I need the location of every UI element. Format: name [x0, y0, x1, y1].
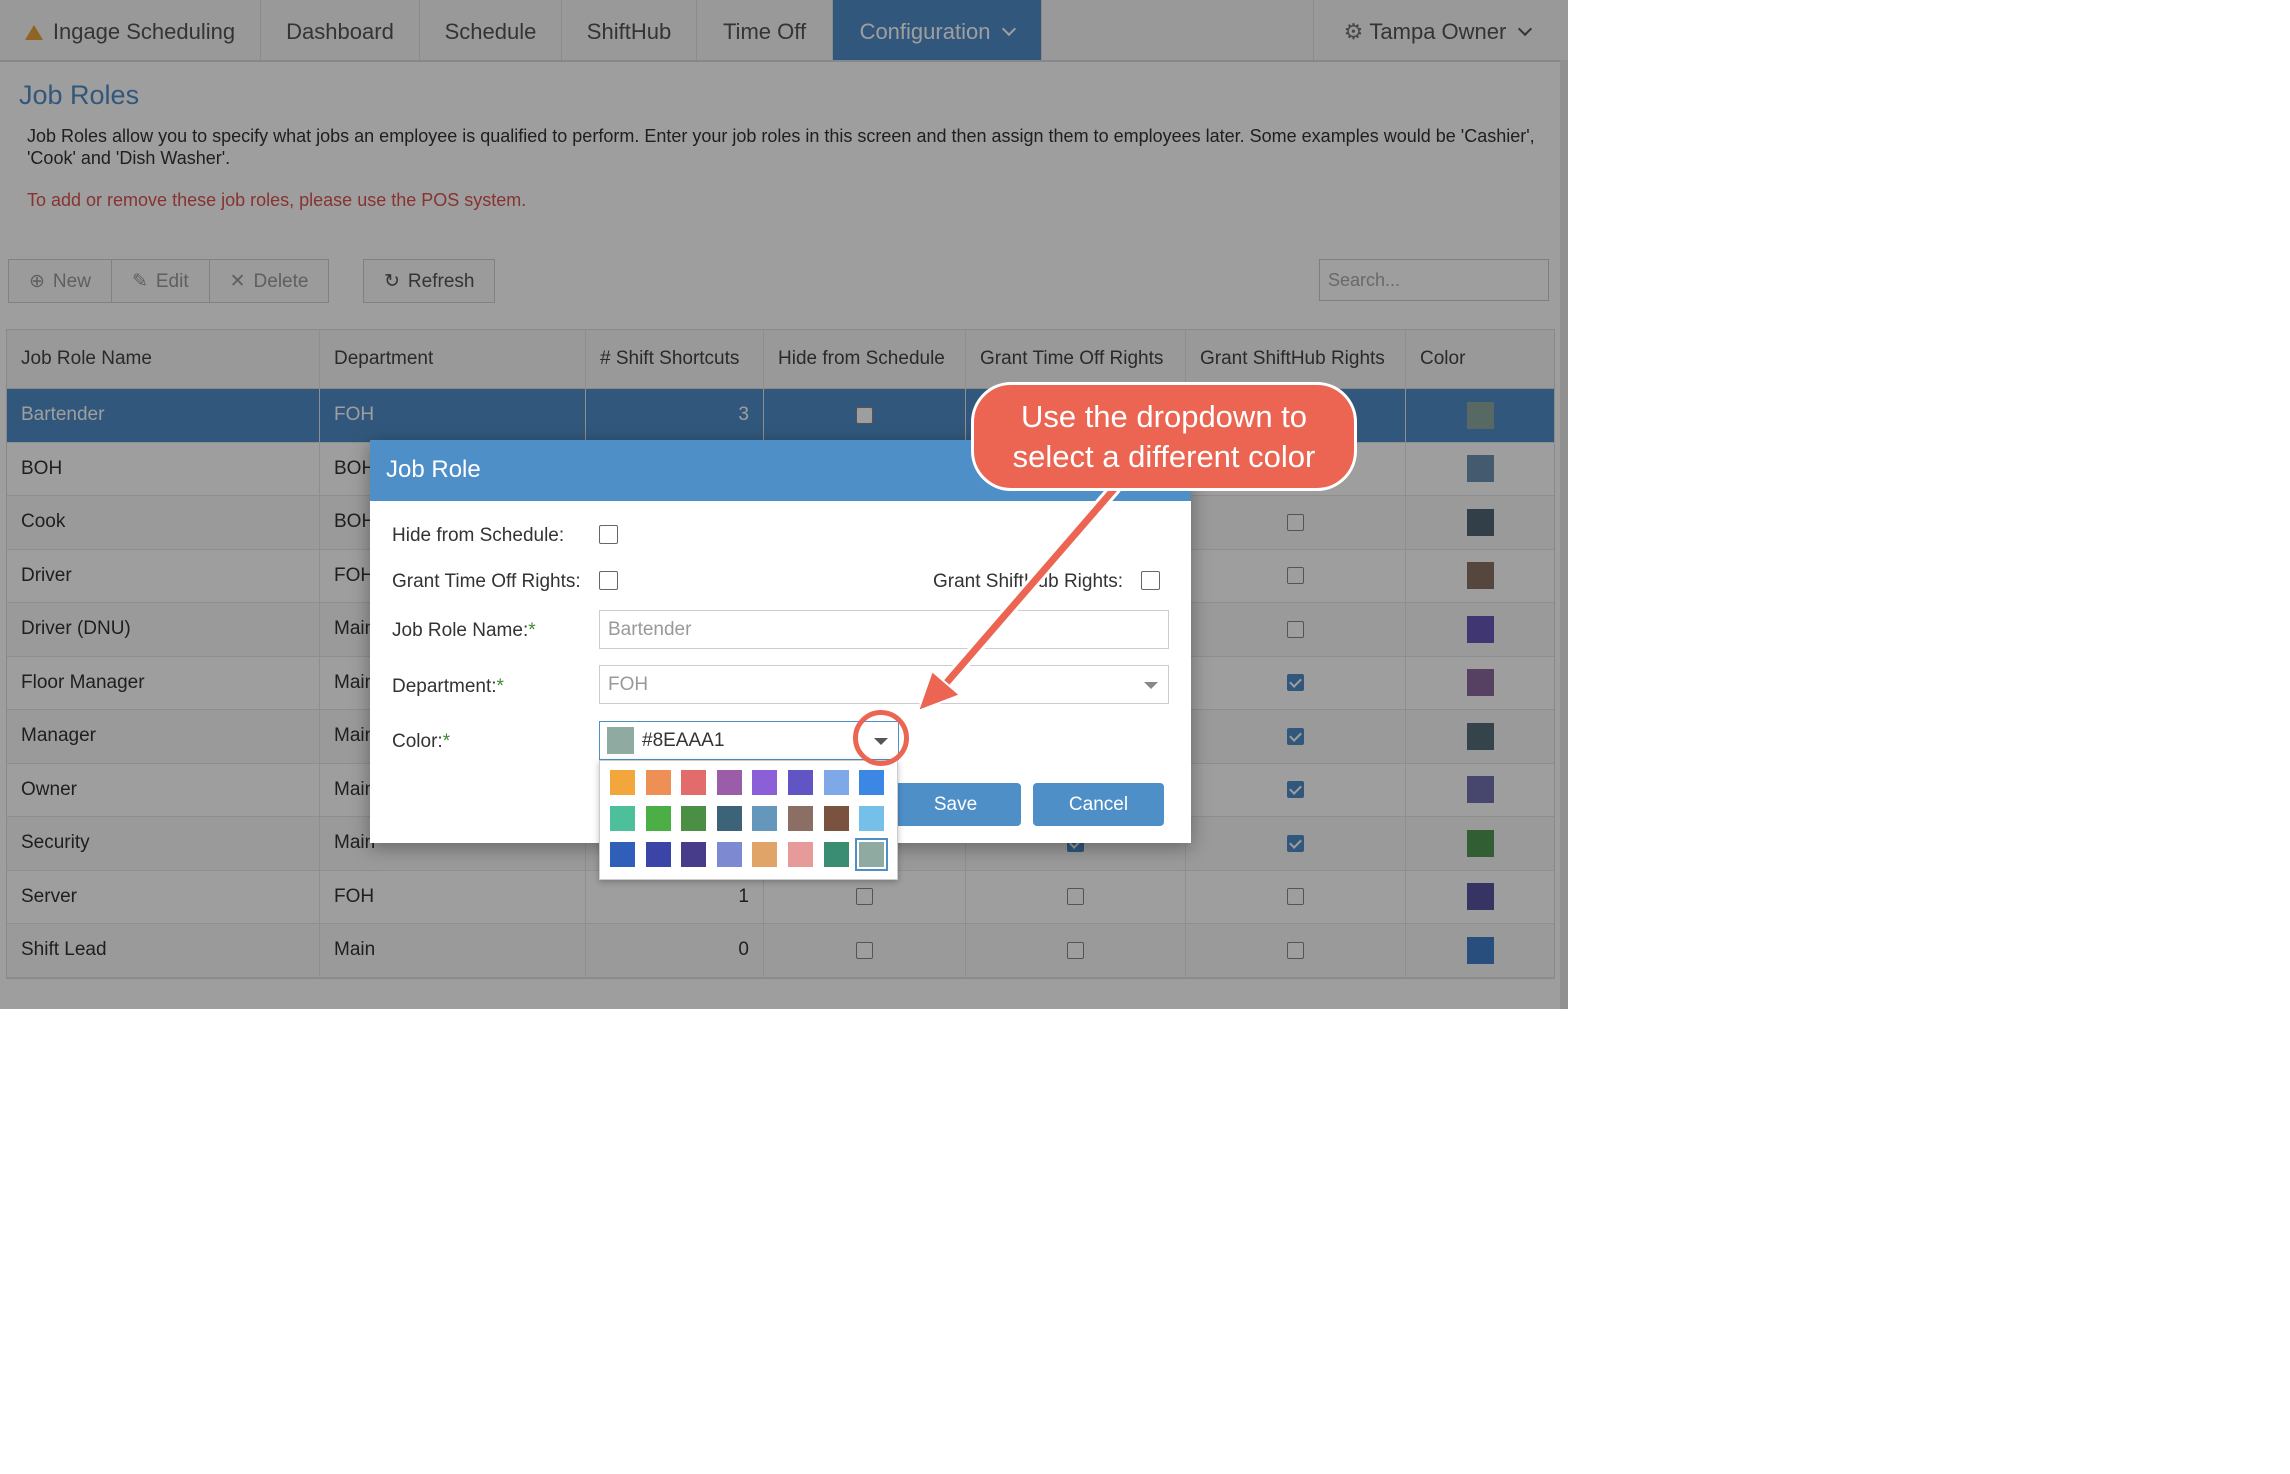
palette-swatch[interactable]: [716, 770, 742, 795]
palette-swatch[interactable]: [716, 806, 742, 831]
callout-line-2: select a different color: [1012, 439, 1316, 474]
shifthub-checkbox[interactable]: [1141, 571, 1160, 590]
palette-swatch[interactable]: [610, 842, 635, 867]
department-label: Department:*: [392, 676, 504, 698]
timeoff-checkbox[interactable]: [599, 571, 618, 590]
color-label-text: Color:: [392, 731, 443, 752]
shifthub-label: Grant ShiftHub Rights:: [933, 571, 1124, 592]
palette-swatch[interactable]: [645, 842, 671, 867]
palette-swatch[interactable]: [752, 842, 778, 867]
palette-swatch[interactable]: [752, 806, 778, 831]
palette-swatch[interactable]: [716, 842, 742, 867]
palette-swatch[interactable]: [681, 770, 707, 795]
palette-swatch[interactable]: [823, 806, 849, 831]
palette-swatch[interactable]: [610, 806, 635, 831]
color-label: Color:*: [392, 731, 450, 753]
hide-label: Hide from Schedule:: [392, 525, 565, 546]
cancel-button[interactable]: Cancel: [1033, 783, 1164, 826]
palette-swatch[interactable]: [788, 806, 813, 831]
palette-swatch[interactable]: [752, 770, 778, 795]
palette-swatch[interactable]: [610, 770, 635, 795]
department-label-text: Department:: [392, 676, 497, 697]
name-label-text: Job Role Name:: [392, 620, 529, 641]
color-hex-value: #8EAAA1: [642, 730, 725, 751]
palette-swatch[interactable]: [788, 770, 813, 795]
palette-swatch[interactable]: [855, 838, 889, 871]
color-palette-popup: [599, 760, 898, 880]
palette-swatch[interactable]: [681, 842, 707, 867]
name-label: Job Role Name:*: [392, 620, 536, 642]
palette-swatch[interactable]: [859, 770, 885, 795]
required-mark: *: [442, 731, 451, 752]
palette-swatch[interactable]: [823, 770, 849, 795]
callout-line-1: Use the dropdown to: [1020, 399, 1308, 434]
page: Ingage Scheduling Dashboard Schedule Shi…: [0, 0, 1568, 1009]
palette-swatch[interactable]: [681, 806, 707, 831]
annotation-callout: Use the dropdown to select a different c…: [971, 382, 1357, 491]
required-mark: *: [528, 620, 536, 641]
current-color-swatch: [607, 727, 634, 754]
highlight-ring: [853, 710, 909, 766]
hide-checkbox[interactable]: [599, 525, 618, 544]
caret-down-icon: [1144, 682, 1158, 689]
palette-swatch[interactable]: [859, 806, 885, 831]
department-value: FOH: [608, 674, 649, 695]
job-role-name-field[interactable]: Bartender: [599, 610, 1169, 649]
timeoff-label: Grant Time Off Rights:: [392, 571, 581, 592]
required-mark: *: [496, 676, 504, 697]
save-button[interactable]: Save: [890, 783, 1021, 826]
palette-swatch[interactable]: [788, 842, 813, 867]
palette-swatch[interactable]: [645, 806, 671, 831]
palette-swatch[interactable]: [823, 842, 849, 867]
department-select[interactable]: FOH: [599, 665, 1169, 704]
palette-swatch[interactable]: [645, 770, 671, 795]
